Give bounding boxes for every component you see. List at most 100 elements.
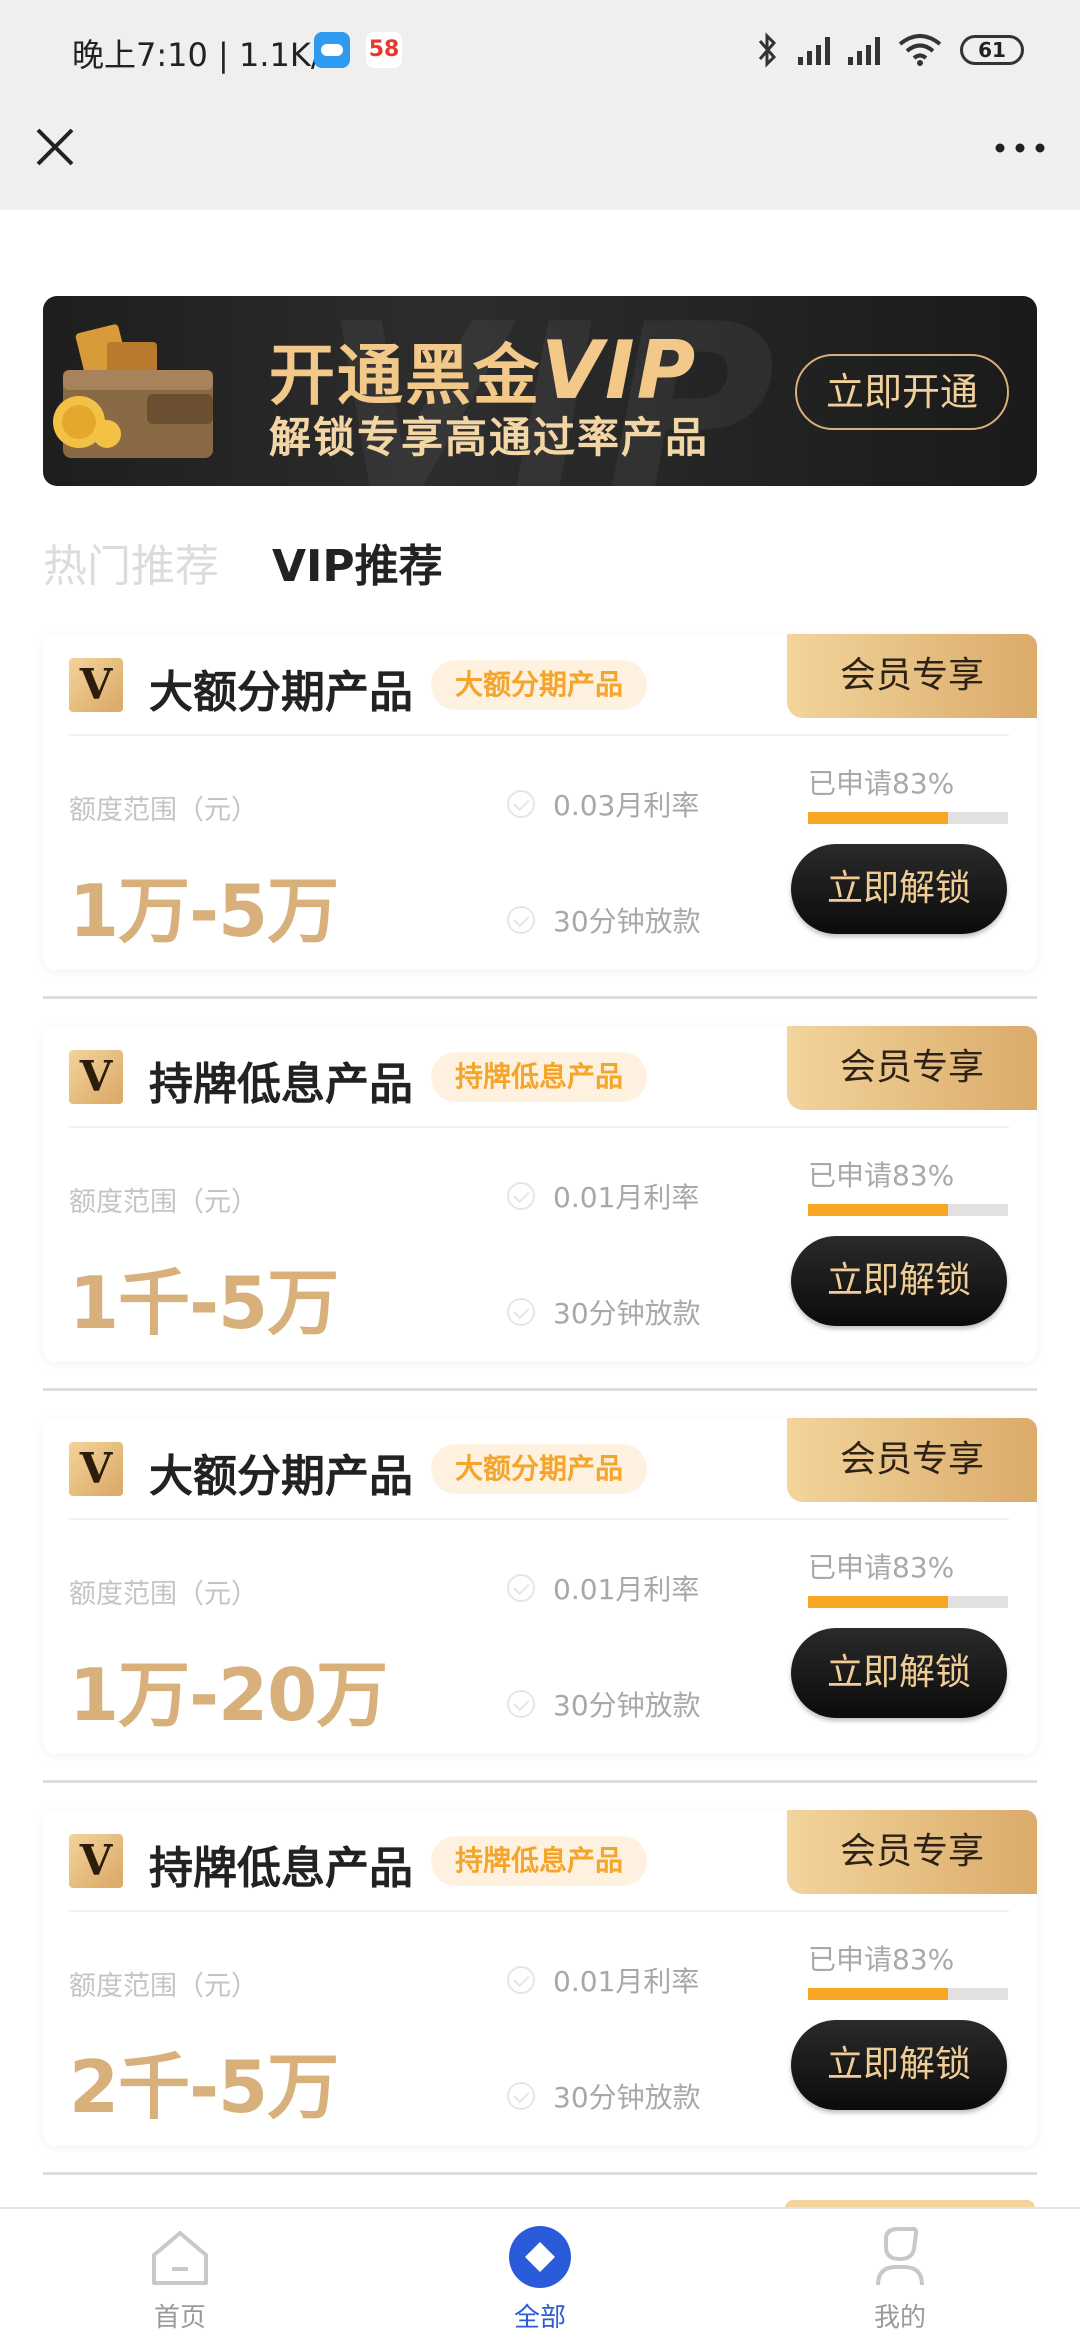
check-circle-icon	[507, 906, 535, 934]
check-circle-icon	[507, 1966, 535, 1994]
monthly-rate: 0.01月利率	[507, 1960, 699, 2000]
check-circle-icon	[507, 1690, 535, 1718]
banner-subtitle: 解锁专享高通过率产品	[269, 413, 710, 462]
monthly-rate-text: 0.01月利率	[553, 1965, 700, 1998]
monthly-rate: 0.01月利率	[507, 1176, 699, 1216]
member-exclusive-badge: 会员专享	[787, 1810, 1037, 1894]
applied-percent: 已申请83%	[808, 1159, 955, 1192]
applied-progress-bar	[808, 1204, 1008, 1216]
applied-progress-fill	[808, 812, 948, 824]
applied-progress-bar	[808, 1596, 1008, 1608]
amount-range-label: 额度范围（元）	[69, 1579, 258, 1610]
nav-item-all[interactable]: 全部	[440, 2209, 640, 2340]
profile-icon	[876, 2227, 924, 2286]
applied-progress-bar	[808, 1988, 1008, 2000]
wifi-icon	[898, 34, 942, 66]
loan-time: 30分钟放款	[507, 2076, 701, 2116]
card-divider	[69, 734, 1009, 736]
bluetooth-icon	[758, 32, 777, 68]
loan-time: 30分钟放款	[507, 900, 701, 940]
unlock-now-button[interactable]: 立即解锁	[791, 1628, 1007, 1718]
amount-range: 1万-20万	[69, 1653, 388, 1737]
vip-v-badge: V	[69, 1050, 123, 1104]
applied-progress-fill	[808, 1596, 948, 1608]
amount-range-label: 额度范围（元）	[69, 1187, 258, 1218]
amount-range: 2千-5万	[69, 2045, 339, 2129]
top-bar	[0, 100, 1080, 210]
card-divider	[69, 1518, 1009, 1520]
battery-icon: 61	[960, 35, 1024, 65]
vip-v-badge: V	[69, 1442, 123, 1496]
applied-progress-fill	[808, 1204, 948, 1216]
monthly-rate-text: 0.01月利率	[553, 1573, 700, 1606]
bottom-nav: 首页 全部 我的	[0, 2207, 1080, 2340]
product-card[interactable]: V 持牌低息产品 持牌低息产品 会员专享 额度范围（元） 2千-5万 0.01月…	[43, 1810, 1037, 2146]
member-exclusive-badge: 会员专享	[787, 1418, 1037, 1502]
wallet-coins-icon	[53, 324, 213, 458]
applied-progress-fill	[808, 1988, 948, 2000]
vip-v-badge: V	[69, 1834, 123, 1888]
monthly-rate-text: 0.01月利率	[553, 1181, 700, 1214]
loan-time-text: 30分钟放款	[553, 1689, 701, 1722]
home-icon	[152, 2231, 208, 2285]
amount-range: 1万-5万	[69, 869, 339, 953]
applied-percent: 已申请83%	[808, 1551, 955, 1584]
all-icon	[509, 2226, 571, 2288]
status-bar: 晚上7:10 | 1.1K/s 58 61	[0, 0, 1080, 100]
card-separator	[43, 1780, 1037, 1783]
product-tag: 大额分期产品	[431, 1444, 648, 1494]
nav-label-home: 首页	[153, 2303, 206, 2333]
loan-time-text: 30分钟放款	[553, 2081, 701, 2114]
vip-v-badge: V	[69, 658, 123, 712]
nav-item-mine[interactable]: 我的	[800, 2209, 1000, 2340]
loan-time: 30分钟放款	[507, 1292, 701, 1332]
tab-vip-recommend[interactable]: VIP推荐	[272, 530, 443, 594]
applied-progress-bar	[808, 812, 1008, 824]
unlock-now-button[interactable]: 立即解锁	[791, 2020, 1007, 2110]
member-exclusive-badge: 会员专享	[787, 1026, 1037, 1110]
check-circle-icon	[507, 2082, 535, 2110]
banner-title-text: 开通黑金	[269, 337, 541, 414]
unlock-now-button[interactable]: 立即解锁	[791, 1236, 1007, 1326]
signal-icon	[848, 35, 880, 65]
check-circle-icon	[507, 790, 535, 818]
product-tag: 持牌低息产品	[431, 1052, 648, 1102]
cloud-app-icon	[314, 32, 350, 68]
activate-now-button[interactable]: 立即开通	[795, 354, 1009, 430]
product-card[interactable]: V 大额分期产品 大额分期产品 会员专享 额度范围（元） 1万-20万 0.01…	[43, 1418, 1037, 1754]
loan-time: 30分钟放款	[507, 1684, 701, 1724]
loan-time-text: 30分钟放款	[553, 1297, 701, 1330]
card-separator	[43, 996, 1037, 999]
nav-item-home[interactable]: 首页	[80, 2209, 280, 2340]
amount-range: 1千-5万	[69, 1261, 339, 1345]
check-circle-icon	[507, 1574, 535, 1602]
product-card[interactable]: V 持牌低息产品 持牌低息产品 会员专享 额度范围（元） 1千-5万 0.01月…	[43, 1026, 1037, 1362]
product-tag: 大额分期产品	[431, 660, 648, 710]
monthly-rate: 0.01月利率	[507, 1568, 699, 1608]
check-circle-icon	[507, 1182, 535, 1210]
vip-banner[interactable]: VIP VIP 开通黑金VIP 解锁专享高通过率产品 立即开通	[43, 296, 1037, 486]
unlock-now-button[interactable]: 立即解锁	[791, 844, 1007, 934]
product-tag: 持牌低息产品	[431, 1836, 648, 1886]
tab-hot-recommend[interactable]: 热门推荐	[43, 530, 219, 594]
product-title: 持牌低息产品	[149, 1843, 413, 1894]
product-card[interactable]: V 大额分期产品 大额分期产品 会员专享 额度范围（元） 1万-5万 0.03月…	[43, 634, 1037, 970]
loan-time-text: 30分钟放款	[553, 905, 701, 938]
amount-range-label: 额度范围（元）	[69, 1971, 258, 2002]
card-divider	[69, 1910, 1009, 1912]
status-indicators: 61	[756, 28, 1024, 72]
applied-percent: 已申请83%	[808, 767, 955, 800]
applied-percent: 已申请83%	[808, 1943, 955, 1976]
product-title: 大额分期产品	[149, 1451, 413, 1502]
product-title: 持牌低息产品	[149, 1059, 413, 1110]
card-divider	[69, 1126, 1009, 1128]
product-title: 大额分期产品	[149, 667, 413, 718]
card-separator	[43, 1388, 1037, 1391]
more-options-icon[interactable]	[990, 128, 1050, 168]
nav-label-mine: 我的	[873, 2303, 926, 2333]
close-icon[interactable]	[30, 122, 80, 172]
signal-hd-icon	[798, 35, 830, 65]
monthly-rate: 0.03月利率	[507, 784, 699, 824]
card-separator	[43, 2172, 1037, 2175]
check-circle-icon	[507, 1298, 535, 1326]
